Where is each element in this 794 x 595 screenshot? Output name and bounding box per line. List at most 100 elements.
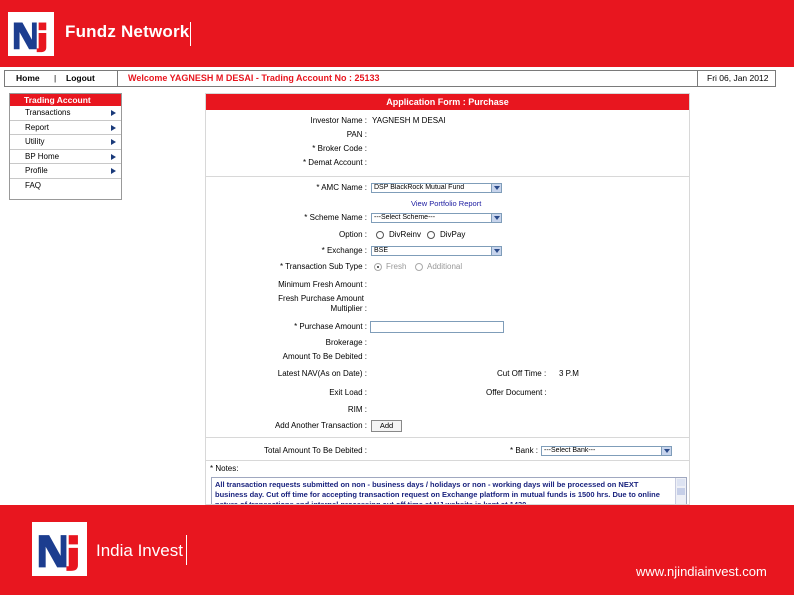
- scheme-name-selected: ---Select Scheme---: [374, 214, 436, 221]
- sidebar-item-utility[interactable]: Utility: [10, 135, 121, 150]
- sidebar-item-profile[interactable]: Profile: [10, 164, 121, 179]
- option-divpay-label: DivPay: [440, 230, 466, 239]
- option-divreinv-radio[interactable]: [376, 231, 384, 239]
- investor-name-row: Investor Name : YAGNESH M DESAI: [206, 114, 689, 128]
- chevron-right-icon: [111, 139, 116, 146]
- notes-text: All transaction requests submitted on no…: [215, 480, 660, 505]
- sidebar-item-label: Report: [25, 122, 50, 132]
- scroll-thumb[interactable]: [677, 488, 685, 495]
- logout-link[interactable]: Logout: [66, 73, 95, 83]
- bank-label: * Bank :: [510, 446, 539, 455]
- fresh-multiplier-label-2: Multiplier :: [330, 304, 367, 313]
- investor-name-label: Investor Name :: [310, 116, 367, 125]
- pan-row: PAN :: [206, 128, 689, 142]
- rim-label: RIM :: [347, 405, 367, 414]
- home-link[interactable]: Home: [16, 73, 40, 83]
- chevron-down-icon: [491, 214, 501, 222]
- sidebar-item-label: FAQ: [25, 180, 42, 190]
- view-portfolio-link[interactable]: View Portfolio Report: [411, 199, 481, 208]
- divider: [206, 176, 689, 177]
- notes-scrollbar[interactable]: [675, 478, 686, 504]
- add-another-row: Add Another Transaction : Add: [206, 419, 689, 433]
- total-amount-label: Total Amount To Be Debited :: [263, 446, 367, 455]
- amount-debited-row: Amount To Be Debited :: [206, 350, 689, 364]
- subtype-fresh-label: Fresh: [386, 262, 407, 271]
- option-divpay-radio[interactable]: [427, 231, 435, 239]
- investor-name-value: YAGNESH M DESAI: [372, 116, 446, 125]
- sidebar-menu: Trading Account Transactions Report Util…: [9, 93, 122, 200]
- bottom-banner: India Invest www.njindiainvest.com: [0, 505, 794, 595]
- chevron-down-icon: [491, 184, 501, 192]
- scheme-name-row: * Scheme Name : ---Select Scheme---: [206, 211, 689, 225]
- sidebar-item-report[interactable]: Report: [10, 121, 121, 136]
- brand-title: Fundz Network: [65, 22, 190, 41]
- sidebar-item-label: BP Home: [25, 151, 60, 161]
- bank-select[interactable]: ---Select Bank---: [541, 446, 672, 456]
- amc-name-selected: DSP BlackRock Mutual Fund: [374, 184, 465, 191]
- add-button[interactable]: Add: [371, 420, 402, 432]
- cutoff-time-label: Cut Off Time :: [497, 369, 547, 378]
- amc-name-label: * AMC Name :: [316, 183, 367, 192]
- amount-debited-label: Amount To Be Debited :: [282, 352, 367, 361]
- purchase-amount-input[interactable]: [370, 321, 504, 333]
- pan-label: PAN :: [346, 130, 367, 139]
- welcome-message: Welcome YAGNESH M DESAI - Trading Accoun…: [128, 73, 380, 83]
- exchange-row: * Exchange : BSE: [206, 244, 689, 258]
- bank-selected: ---Select Bank---: [544, 447, 596, 454]
- website-url: www.njindiainvest.com: [636, 564, 767, 579]
- sidebar-item-transactions[interactable]: Transactions: [10, 106, 121, 121]
- brokerage-label: Brokerage :: [325, 338, 367, 347]
- subtype-fresh-radio[interactable]: [374, 263, 382, 271]
- option-divreinv-label: DivReinv: [389, 230, 422, 239]
- exchange-selected: BSE: [374, 247, 389, 254]
- scroll-up-icon[interactable]: [677, 479, 685, 486]
- exchange-select[interactable]: BSE: [371, 246, 502, 256]
- sidebar-item-faq[interactable]: FAQ: [10, 179, 121, 194]
- chevron-right-icon: [111, 153, 116, 160]
- subtype-additional-radio[interactable]: [415, 263, 423, 271]
- amc-name-select[interactable]: DSP BlackRock Mutual Fund: [371, 183, 502, 193]
- subtype-additional-label: Additional: [427, 262, 463, 271]
- broker-code-label: * Broker Code :: [312, 144, 367, 153]
- nj-logo: [32, 522, 87, 576]
- total-amount-row: Total Amount To Be Debited : * Bank : --…: [206, 444, 689, 458]
- sidebar-item-label: Transactions: [25, 108, 71, 117]
- demat-account-label: * Demat Account :: [302, 158, 367, 167]
- sidebar-item-label: Utility: [25, 137, 45, 147]
- chevron-right-icon: [111, 168, 116, 175]
- divider: [206, 460, 689, 461]
- transaction-subtype-label: * Transaction Sub Type :: [279, 262, 367, 271]
- brokerage-row: Brokerage :: [206, 336, 689, 350]
- current-date: Fri 06, Jan 2012: [707, 73, 769, 83]
- notes-box[interactable]: All transaction requests submitted on no…: [211, 477, 687, 505]
- notes-label: * Notes:: [210, 464, 239, 473]
- broker-code-row: * Broker Code :: [206, 142, 689, 156]
- form-title: Application Form : Purchase: [206, 94, 689, 110]
- chevron-down-icon: [491, 247, 501, 255]
- offer-document-label: Offer Document :: [486, 388, 547, 397]
- rim-row: RIM :: [206, 403, 689, 417]
- brand-divider: [190, 22, 191, 46]
- sidebar-header: Trading Account: [10, 94, 121, 106]
- brand-divider: [186, 535, 187, 565]
- add-another-label: Add Another Transaction :: [274, 421, 367, 430]
- scheme-name-label: * Scheme Name :: [304, 213, 367, 222]
- purchase-amount-row: * Purchase Amount :: [206, 320, 689, 334]
- sidebar-item-bp-home[interactable]: BP Home: [10, 150, 121, 165]
- chevron-right-icon: [111, 124, 116, 131]
- purchase-amount-label: * Purchase Amount :: [294, 322, 367, 331]
- nav-divider: [117, 70, 118, 87]
- chevron-down-icon: [661, 447, 671, 455]
- top-banner: Fundz Network: [0, 0, 794, 67]
- bottom-brand-title: India Invest: [96, 541, 183, 560]
- nav-separator: |: [54, 73, 57, 83]
- demat-account-row: * Demat Account :: [206, 156, 689, 170]
- latest-nav-row: Latest NAV(As on Date) : Cut Off Time : …: [206, 367, 689, 381]
- scheme-name-select[interactable]: ---Select Scheme---: [371, 213, 502, 223]
- fresh-multiplier-row-2: Multiplier :: [206, 302, 689, 316]
- transaction-subtype-row: * Transaction Sub Type : Fresh Additiona…: [206, 260, 689, 274]
- option-row: Option : DivReinv DivPay: [206, 228, 689, 242]
- option-label: Option :: [338, 230, 367, 239]
- nav-bar: Home | Logout Welcome YAGNESH M DESAI - …: [4, 70, 776, 87]
- min-fresh-label: Minimum Fresh Amount :: [278, 280, 367, 289]
